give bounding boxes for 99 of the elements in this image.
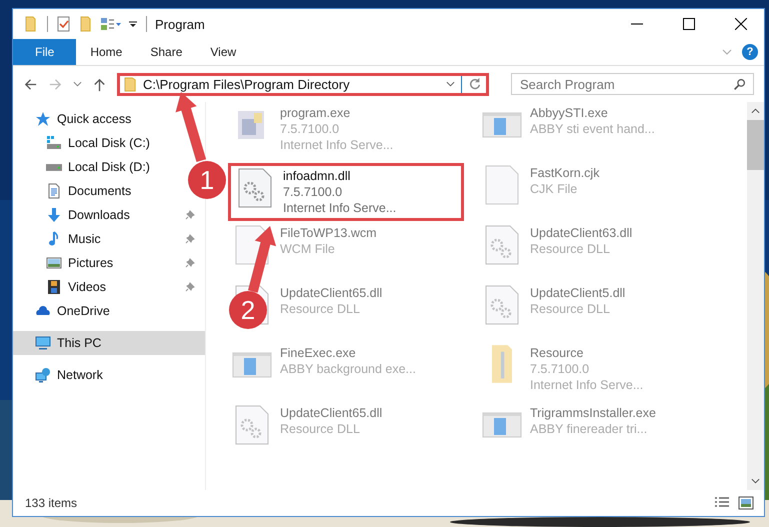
sidebar-item[interactable]: Quick access [13, 107, 142, 131]
sidebar-item[interactable]: Local Disk (D:) [13, 155, 166, 179]
pin-icon[interactable] [185, 258, 195, 268]
properties-icon[interactable] [56, 16, 72, 32]
star-icon [35, 111, 51, 127]
sidebar-label: OneDrive [57, 304, 110, 318]
sidebar-item[interactable]: Pictures [13, 251, 205, 275]
sidebar-label: Documents [68, 184, 132, 198]
scroll-up-icon[interactable] [751, 108, 760, 114]
customize-dropdown-icon[interactable] [128, 19, 138, 29]
file-detail: 7.5.7100.0 [283, 184, 344, 200]
address-path: C:\Program Files\Program Directory [143, 76, 350, 92]
file-name[interactable]: FastKorn.cjk [530, 165, 600, 181]
refresh-icon[interactable] [468, 77, 482, 91]
help-button[interactable]: ? [742, 44, 758, 60]
callout-number: 1 [200, 165, 214, 195]
item-count: 133 items [25, 496, 78, 510]
file-detail: Resource DLL [530, 241, 611, 257]
file-detail: 7.5.7100.0 [280, 121, 340, 137]
sidebar-label: Pictures [68, 256, 114, 270]
file-detail: CJK File [530, 181, 578, 197]
dropdown-icon[interactable] [446, 81, 455, 87]
sidebar-item[interactable]: OneDrive [13, 299, 120, 323]
sidebar-item[interactable]: Music [13, 227, 205, 251]
file-name[interactable]: AbbyySTI.exe [530, 105, 655, 121]
sidebar-label: Quick access [57, 112, 132, 126]
callout-number: 2 [240, 295, 256, 325]
drive-icon [46, 164, 62, 170]
file-detail: WCM File [280, 241, 336, 257]
file-name[interactable]: UpdateClient5.dll [530, 285, 626, 301]
pin-icon[interactable] [185, 210, 195, 220]
recent-dropdown-icon[interactable] [73, 81, 82, 87]
large-icons-view-icon[interactable] [738, 496, 754, 510]
file-name[interactable]: infoadmn.dll [283, 168, 396, 184]
pin-icon[interactable] [185, 282, 195, 292]
sidebar-label: Local Disk (C:) [68, 136, 150, 150]
maximize-icon [683, 18, 695, 30]
monitor-icon [35, 335, 51, 351]
scroll-down-icon[interactable] [751, 478, 760, 484]
picture-icon [46, 255, 62, 271]
file-name[interactable]: TrigrammsInstaller.exe [530, 405, 656, 421]
arrow-icon [176, 92, 206, 162]
details-view-icon[interactable] [714, 496, 730, 510]
sidebar-item[interactable]: Documents [13, 179, 148, 203]
sidebar-label: Music [68, 232, 101, 246]
scroll-thumb[interactable] [747, 120, 764, 170]
window-title: Program [155, 16, 205, 32]
pin-icon[interactable] [185, 234, 195, 244]
callout-badge [188, 161, 226, 199]
search-icon [733, 78, 746, 91]
download-icon [46, 207, 62, 223]
file-detail: 7.5.7100.0 [530, 361, 590, 377]
file-detail: Internet Info Serve... [280, 137, 394, 153]
file-name[interactable]: FineExec.exe [280, 345, 416, 361]
back-arrow-icon[interactable] [23, 76, 38, 92]
folder-icon [124, 76, 137, 92]
file-name[interactable]: UpdateClient65.dll [280, 405, 382, 421]
view-options-icon[interactable] [100, 16, 122, 32]
sidebar-label: Videos [68, 280, 106, 294]
file-detail: ABBY finereader tri... [530, 421, 648, 437]
expand-ribbon-icon[interactable] [722, 49, 732, 55]
file-name[interactable]: UpdateClient63.dll [530, 225, 632, 241]
file-detail: Resource DLL [280, 301, 361, 317]
folder-icon [492, 345, 512, 383]
file-detail: Internet Info Serve... [283, 200, 396, 216]
ribbon-tab[interactable]: File [13, 39, 76, 65]
address-field[interactable]: C:\Program Files\Program Directory [117, 72, 489, 96]
file-name[interactable]: UpdateClient65.dll [280, 285, 382, 301]
callout-badge [229, 291, 267, 329]
search-field[interactable]: Search Program [511, 73, 754, 95]
close-icon [735, 18, 747, 30]
sidebar-label: Local Disk (D:) [68, 160, 150, 174]
scrollbar[interactable] [747, 102, 764, 490]
film-icon [46, 279, 62, 295]
sidebar-label: Network [57, 368, 103, 382]
sidebar-label: This PC [57, 336, 102, 350]
arrow-icon [248, 226, 276, 293]
document-icon [46, 183, 62, 199]
up-arrow-icon[interactable] [92, 76, 107, 92]
sidebar-item[interactable]: This PC [13, 331, 205, 355]
minimize-icon [631, 23, 643, 25]
file-detail: ABBY sti event hand... [530, 121, 655, 137]
ribbon-tab[interactable]: View [196, 39, 250, 65]
ribbon-tab[interactable]: Share [136, 39, 196, 65]
network-icon [35, 367, 51, 383]
drive-icon [46, 135, 62, 151]
file-detail: Internet Info Serve... [530, 377, 644, 393]
sidebar-item[interactable]: Videos [13, 275, 205, 299]
sidebar-label: Downloads [68, 208, 130, 222]
ribbon-tab[interactable]: Home [76, 39, 136, 65]
file-name[interactable]: Resource [530, 345, 644, 361]
file-name[interactable]: program.exe [280, 105, 394, 121]
file-detail: Resource DLL [530, 301, 611, 317]
sidebar-item[interactable]: Local Disk (C:) [13, 131, 166, 155]
file-detail: ABBY background exe... [280, 361, 416, 377]
file-detail: Resource DLL [280, 421, 361, 437]
sidebar-item[interactable]: Network [13, 363, 113, 387]
sidebar-item[interactable]: Downloads [13, 203, 205, 227]
file-name[interactable]: FileToWP13.wcm [280, 225, 377, 241]
